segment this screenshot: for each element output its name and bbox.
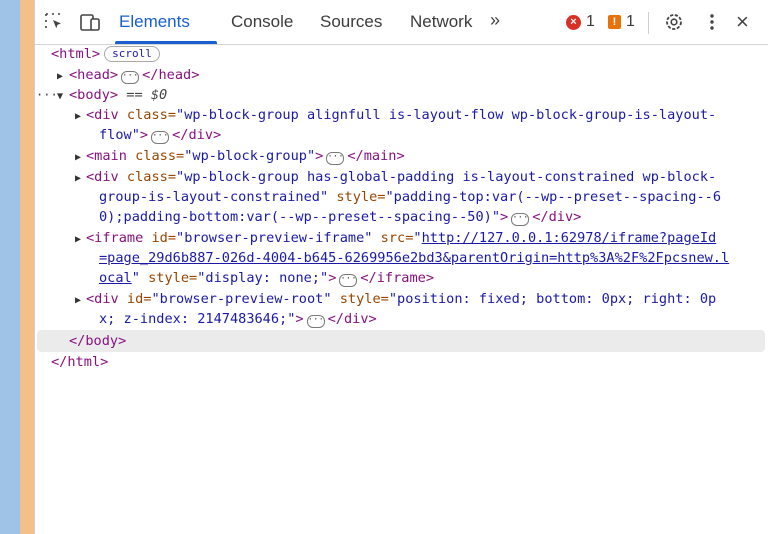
error-count: 1 — [586, 13, 595, 30]
toolbar-divider — [648, 12, 649, 34]
tab-sources[interactable]: Sources — [320, 12, 382, 32]
collapsed-ellipsis-icon[interactable]: ··· — [151, 131, 170, 144]
collapsed-ellipsis-icon[interactable]: ··· — [121, 71, 140, 84]
error-count-badge[interactable]: × 1 — [566, 13, 595, 31]
inspect-element-icon[interactable] — [43, 11, 65, 33]
tree-row-body-close[interactable]: </body> — [69, 331, 126, 351]
tree-row-iframe-cont2: ocal" style="display: none;"> ··· </iframe… — [99, 270, 435, 287]
tree-row-div2-cont2: 0);padding-bottom:var(--wp--preset--spac… — [99, 209, 582, 226]
expand-div2-icon[interactable]: ▶ — [75, 173, 81, 184]
iframe-src-link[interactable]: http://127.0.0.1:62978/iframe?pageId — [422, 230, 717, 246]
collapse-body-icon[interactable]: ▼ — [57, 91, 63, 102]
warning-count-badge[interactable]: ! 1 — [608, 13, 635, 31]
collapsed-ellipsis-icon[interactable]: ··· — [339, 274, 358, 287]
more-options-icon[interactable] — [701, 11, 723, 33]
expand-head-icon[interactable]: ▶ — [57, 71, 63, 82]
close-devtools-icon[interactable]: × — [736, 9, 749, 35]
tree-row-head[interactable]: <head> ··· </head> — [69, 65, 199, 85]
tab-elements[interactable]: Elements — [119, 12, 190, 32]
row-actions-ellipsis-icon[interactable]: ··· — [36, 85, 58, 105]
selected-node-marker: == $0 — [126, 87, 168, 103]
iframe-src-link-cont[interactable]: =page_29d6b887-026d-4004-b645-6269956e2b… — [99, 250, 729, 266]
tree-row-main[interactable]: <main class="wp-block-group"> ··· </main> — [86, 146, 405, 166]
scroll-badge[interactable]: scroll — [104, 46, 160, 62]
collapsed-ellipsis-icon[interactable]: ··· — [511, 213, 530, 226]
device-toolbar-icon[interactable] — [79, 11, 101, 33]
tree-row-div2[interactable]: <div class="wp-block-group has-global-pa… — [86, 167, 716, 187]
tree-row-body[interactable]: ··· <body> == $0 — [36, 85, 168, 105]
page-preview-edge — [0, 0, 34, 534]
more-tabs-chevron-icon[interactable]: » — [490, 10, 500, 31]
expand-iframe-icon[interactable]: ▶ — [75, 234, 81, 245]
tree-row-html-close[interactable]: </html> — [51, 352, 108, 372]
devtools-toolbar: Elements Console Sources Network » × 1 !… — [35, 0, 768, 45]
tree-row-iframe[interactable]: <iframe id="browser-preview-iframe" src=… — [86, 228, 716, 248]
expand-main-icon[interactable]: ▶ — [75, 152, 81, 163]
selected-node-highlight — [37, 330, 765, 352]
tree-row-div1[interactable]: <div class="wp-block-group alignfull is-… — [86, 105, 716, 125]
tree-row-html[interactable]: <html> scroll — [51, 44, 160, 64]
settings-gear-icon[interactable] — [663, 11, 685, 33]
tree-row-div2-cont1: group-is-layout-constrained" style="padd… — [99, 189, 722, 205]
tree-row-div1-cont: flow"> ··· </div> — [99, 127, 222, 144]
tree-row-div3-cont: x; z-index: 2147483646;"> ··· </div> — [99, 311, 377, 328]
warning-icon: ! — [608, 15, 621, 29]
tab-network[interactable]: Network — [410, 12, 472, 32]
tab-console[interactable]: Console — [231, 12, 293, 32]
collapsed-ellipsis-icon[interactable]: ··· — [326, 152, 345, 165]
tree-row-iframe-cont1: =page_29d6b887-026d-4004-b645-6269956e2b… — [99, 248, 729, 268]
expand-div1-icon[interactable]: ▶ — [75, 111, 81, 122]
expand-div3-icon[interactable]: ▶ — [75, 295, 81, 306]
warning-count: 1 — [626, 13, 635, 30]
error-icon: × — [566, 14, 581, 30]
collapsed-ellipsis-icon[interactable]: ··· — [306, 315, 325, 328]
tree-row-div3[interactable]: <div id="browser-preview-root" style="po… — [86, 289, 716, 309]
devtools-panel: Elements Console Sources Network » × 1 !… — [34, 0, 768, 534]
iframe-src-link-end[interactable]: ocal — [99, 270, 132, 286]
